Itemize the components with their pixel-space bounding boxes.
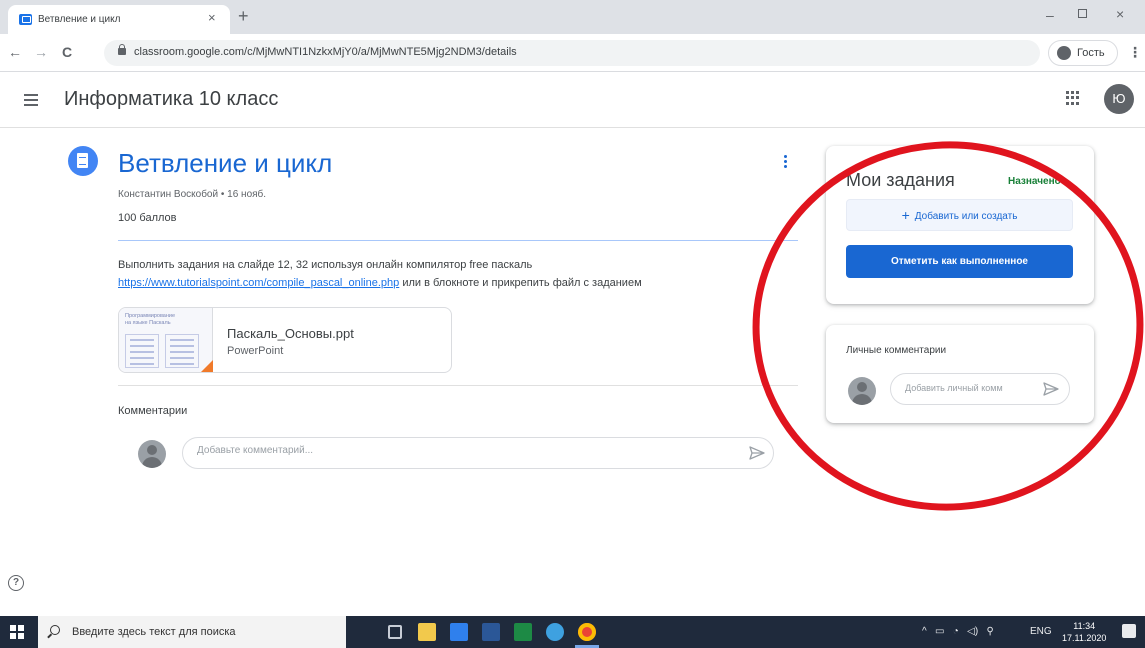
guest-profile-button[interactable]: Гость [1048,40,1118,66]
browser-app-icon[interactable] [546,623,564,641]
private-comments-card: Личные комментарии [826,325,1094,423]
mail-icon[interactable] [450,623,468,641]
private-comments-title: Личные комментарии [846,345,947,356]
forward-arrow-icon[interactable]: → [34,44,48,60]
add-or-create-label: Добавить или создать [914,211,1018,222]
excel-icon[interactable] [514,623,532,641]
private-comment-input[interactable] [905,383,1035,393]
search-icon [50,625,60,635]
clock-date: 17.11.2020 [1062,633,1107,643]
windows-start-icon[interactable] [10,625,24,639]
attachment-type: PowerPoint [227,345,284,357]
word-icon[interactable] [482,623,500,641]
class-comment-box[interactable] [182,437,774,469]
language-indicator[interactable]: ENG [1030,626,1052,637]
attachment-thumbnail: Программирование на языке Паскаль [119,308,213,372]
account-avatar[interactable]: Ю [1104,84,1134,114]
thumbnail-title: Программирование на языке Паскаль [125,313,176,326]
taskbar-search-box[interactable]: Введите здесь текст для поиска [38,616,346,648]
more-options-icon[interactable] [784,155,788,170]
divider [118,385,798,386]
page: Ветвление и цикл × + – × ← → C classroom… [0,0,1145,648]
attachment-name[interactable]: Паскаль_Основы.ppt [227,326,354,341]
window-close-button[interactable]: × [1116,6,1124,22]
windows-taskbar: Введите здесь текст для поиска ^ ▭ ◔ ◁) … [0,616,1145,648]
status-badge: Назначено [1008,176,1061,187]
new-tab-button[interactable]: + [238,7,249,25]
clock-time: 11:34 [1073,621,1096,631]
user-avatar-icon [848,377,876,405]
window-maximize-button[interactable] [1078,9,1087,18]
main-menu-icon[interactable] [24,94,38,106]
task-view-icon[interactable] [388,625,402,639]
chrome-icon[interactable] [578,623,596,641]
browser-tab-strip: Ветвление и цикл × + – × [0,0,1145,34]
user-avatar-icon [138,440,166,468]
lock-icon [118,44,126,55]
browser-toolbar: ← → C classroom.google.com/c/MjMwNTI1Nzk… [0,34,1145,72]
assignment-points: 100 баллов [118,212,177,224]
taskbar-search-text: Введите здесь текст для поиска [72,626,236,638]
assignment-icon [68,146,98,176]
url-text[interactable]: classroom.google.com/c/MjMwNTI1NzkxMjY0/… [134,46,517,58]
description-tail: или в блокноте и прикрепить файл с задан… [399,277,642,289]
classroom-header: Информатика 10 класс Ю [0,72,1145,128]
thumbnail-slide [165,334,199,368]
help-icon[interactable]: ? [8,575,24,591]
assignment-title: Ветвление и цикл [118,148,333,178]
comments-heading: Комментарии [118,405,188,417]
notifications-icon[interactable] [1122,624,1136,638]
google-apps-icon[interactable] [1066,91,1080,105]
tab-close-icon[interactable]: × [208,10,216,25]
address-bar[interactable]: classroom.google.com/c/MjMwNTI1NzkxMjY0/… [104,40,1040,66]
add-or-create-button[interactable]: + Добавить или создать [846,199,1073,231]
classroom-favicon-icon [19,14,32,25]
class-title[interactable]: Информатика 10 класс [64,88,278,111]
guest-profile-icon [1057,46,1071,60]
browser-tab[interactable]: Ветвление и цикл × [8,5,230,34]
assignment-description-line1: Выполнить задания на слайде 12, 32 испол… [118,259,533,271]
compiler-link[interactable]: https://www.tutorialspoint.com/compile_p… [118,277,399,289]
plus-icon: + [901,207,910,223]
class-comment-input[interactable] [197,445,717,456]
window-minimize-button[interactable]: – [1046,7,1054,23]
guest-label: Гость [1077,47,1105,59]
back-arrow-icon[interactable]: ← [8,44,22,60]
browser-menu-icon[interactable]: ⋮ [1128,44,1142,61]
tab-title: Ветвление и цикл [38,14,121,25]
powerpoint-corner-icon [199,360,213,372]
reload-icon[interactable]: C [62,44,72,60]
tray-icons[interactable]: ^ ▭ ◔ ◁) ⚲ [922,626,994,637]
my-work-card: Мои задания Назначено + Добавить или созд… [826,146,1094,304]
attachment-card[interactable]: Программирование на языке Паскаль Паскал… [118,307,452,373]
mark-as-done-button[interactable]: Отметить как выполненное [846,245,1073,278]
taskbar-clock[interactable]: 11:34 17.11.2020 [1062,620,1106,644]
assignment-description-line2: https://www.tutorialspoint.com/compile_p… [118,277,642,289]
assignment-meta: Константин Воскобой • 16 нояб. [118,189,267,200]
send-icon[interactable] [749,446,765,460]
file-explorer-icon[interactable] [418,623,436,641]
send-icon[interactable] [1043,382,1059,396]
thumbnail-slide [125,334,159,368]
my-work-title: Мои задания [846,170,955,190]
private-comment-box[interactable] [890,373,1070,405]
divider [118,240,798,241]
